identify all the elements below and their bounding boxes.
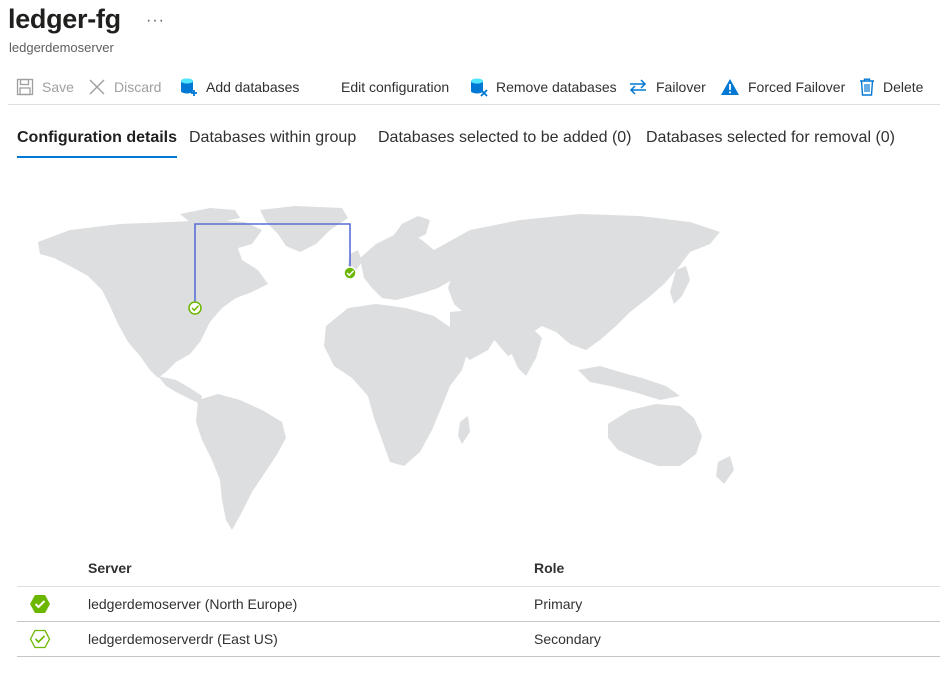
arctic-islands-shape [180,208,240,222]
servers-grid: Server Role ledgerdemoserver (North Euro… [17,552,940,657]
save-label: Save [42,79,74,95]
forced-failover-label: Forced Failover [748,79,846,95]
table-row[interactable]: ledgerdemoserverdr (East US) Secondary [17,622,940,657]
south-america-shape [196,394,286,530]
north-america-shape [38,220,268,378]
warning-icon [721,79,739,95]
forced-failover-button[interactable]: Forced Failover [720,72,845,102]
tab-list: Configuration details Databases within g… [8,120,940,158]
page-title: ledger-fg [8,4,121,34]
tab-databases-within-group[interactable]: Databases within group [189,120,356,156]
database-add-icon [181,78,197,96]
new-zealand-shape [716,456,734,484]
column-header-role[interactable]: Role [534,560,564,576]
failover-button[interactable]: Failover [628,72,706,102]
tab-configuration-details[interactable]: Configuration details [17,120,177,158]
edit-configuration-button[interactable]: Edit configuration [341,72,449,102]
remove-databases-label: Remove databases [496,79,617,95]
greenland-shape [260,206,348,252]
africa-shape [324,304,468,466]
close-icon [89,79,105,95]
save-icon [16,78,34,96]
delete-label: Delete [883,79,924,95]
outline-check-hexagon-icon [29,629,51,649]
remove-databases-button[interactable]: Remove databases [470,72,617,102]
database-remove-icon [471,78,488,97]
australia-shape [608,404,702,466]
column-header-server[interactable]: Server [88,560,132,576]
failover-label: Failover [656,79,706,95]
continents [38,206,734,530]
secondary-server-marker[interactable] [188,301,202,315]
save-button[interactable]: Save [16,72,74,102]
primary-server-marker[interactable] [343,266,357,280]
tab-databases-selected-for-removal[interactable]: Databases selected for removal (0) [646,120,895,156]
southeast-asia-islands-shape [578,366,680,400]
swap-arrows-icon [629,79,647,95]
trash-icon [860,78,874,96]
page-subtitle: ledgerdemoserver [9,40,114,55]
add-databases-button[interactable]: Add databases [180,72,299,102]
server-name-cell[interactable]: ledgerdemoserverdr (East US) [88,631,278,647]
role-cell: Secondary [534,631,601,647]
discard-label: Discard [114,79,162,95]
europe-shape [360,232,460,300]
grid-header: Server Role [17,552,940,587]
india-shape [508,326,542,376]
command-bar: Save Discard Add databases Edit configur… [8,72,940,105]
scandinavia-shape [390,216,430,246]
filled-check-hexagon-icon [30,595,50,613]
more-options-button[interactable]: ··· [146,12,165,30]
madagascar-shape [458,416,470,444]
world-map [38,206,734,530]
delete-button[interactable]: Delete [859,72,923,102]
discard-button[interactable]: Discard [88,72,161,102]
role-cell: Primary [534,596,583,612]
add-databases-label: Add databases [206,79,300,95]
edit-configuration-label: Edit configuration [341,79,450,95]
server-name-cell[interactable]: ledgerdemoserver (North Europe) [88,596,297,612]
tab-databases-selected-to-be-added[interactable]: Databases selected to be added (0) [378,120,632,156]
central-america-shape [158,376,202,404]
table-row[interactable]: ledgerdemoserver (North Europe) Primary [17,587,940,622]
